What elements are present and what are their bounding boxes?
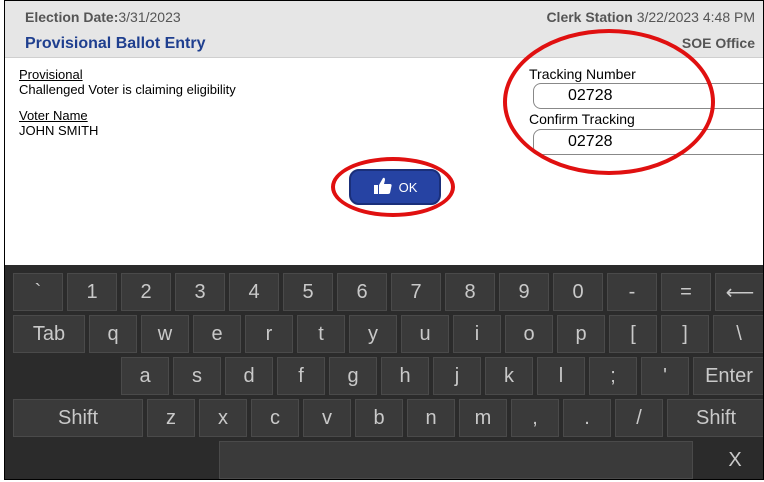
key-h[interactable]: h bbox=[381, 357, 429, 395]
key-equals[interactable]: = bbox=[661, 273, 711, 311]
key-g[interactable]: g bbox=[329, 357, 377, 395]
key-t[interactable]: t bbox=[297, 315, 345, 353]
key-l[interactable]: l bbox=[537, 357, 585, 395]
key-w[interactable]: w bbox=[141, 315, 189, 353]
key-a[interactable]: a bbox=[121, 357, 169, 395]
voter-name: JOHN SMITH bbox=[19, 123, 99, 138]
key-e[interactable]: e bbox=[193, 315, 241, 353]
key-b[interactable]: b bbox=[355, 399, 403, 437]
station-label: Clerk Station bbox=[546, 9, 633, 25]
key-left-bracket[interactable]: [ bbox=[609, 315, 657, 353]
ok-highlight-circle bbox=[331, 157, 455, 217]
provisional-reason: Challenged Voter is claiming eligibility bbox=[19, 82, 236, 97]
key-0[interactable]: 0 bbox=[553, 273, 603, 311]
key-o[interactable]: o bbox=[505, 315, 553, 353]
keyboard-close-button[interactable]: X bbox=[705, 441, 763, 479]
key-5[interactable]: 5 bbox=[283, 273, 333, 311]
key-y[interactable]: y bbox=[349, 315, 397, 353]
key-x[interactable]: x bbox=[199, 399, 247, 437]
tracking-highlight-circle bbox=[503, 29, 715, 175]
key-c[interactable]: c bbox=[251, 399, 299, 437]
key-minus[interactable]: - bbox=[607, 273, 657, 311]
key-quote[interactable]: ' bbox=[641, 357, 689, 395]
key-backspace[interactable]: ⟵ bbox=[715, 273, 763, 311]
key-d[interactable]: d bbox=[225, 357, 273, 395]
key-tab[interactable]: Tab bbox=[13, 315, 85, 353]
key-u[interactable]: u bbox=[401, 315, 449, 353]
page-title: Provisional Ballot Entry bbox=[25, 35, 206, 52]
key-shift-left[interactable]: Shift bbox=[13, 399, 143, 437]
station-datetime: 3/22/2023 4:48 PM bbox=[636, 9, 755, 25]
key-9[interactable]: 9 bbox=[499, 273, 549, 311]
election-date-value: 3/31/2023 bbox=[118, 9, 181, 25]
key-j[interactable]: j bbox=[433, 357, 481, 395]
key-4[interactable]: 4 bbox=[229, 273, 279, 311]
key-m[interactable]: m bbox=[459, 399, 507, 437]
key-s[interactable]: s bbox=[173, 357, 221, 395]
key-1[interactable]: 1 bbox=[67, 273, 117, 311]
key-backslash[interactable]: \ bbox=[713, 315, 763, 353]
key-n[interactable]: n bbox=[407, 399, 455, 437]
on-screen-keyboard: ` 1 2 3 4 5 6 7 8 9 0 - = ⟵ Tab q w e r … bbox=[5, 265, 763, 479]
key-space[interactable] bbox=[219, 441, 693, 479]
office-label: SOE Office bbox=[681, 35, 755, 51]
voter-name-label: Voter Name bbox=[19, 108, 88, 123]
app-window: Election Date:3/31/2023 Provisional Ball… bbox=[4, 0, 764, 480]
key-p[interactable]: p bbox=[557, 315, 605, 353]
key-q[interactable]: q bbox=[89, 315, 137, 353]
key-i[interactable]: i bbox=[453, 315, 501, 353]
key-semicolon[interactable]: ; bbox=[589, 357, 637, 395]
key-right-bracket[interactable]: ] bbox=[661, 315, 709, 353]
key-k[interactable]: k bbox=[485, 357, 533, 395]
key-r[interactable]: r bbox=[245, 315, 293, 353]
key-period[interactable]: . bbox=[563, 399, 611, 437]
key-3[interactable]: 3 bbox=[175, 273, 225, 311]
key-comma[interactable]: , bbox=[511, 399, 559, 437]
key-v[interactable]: v bbox=[303, 399, 351, 437]
election-date: Election Date:3/31/2023 bbox=[25, 9, 181, 25]
station-info: Clerk Station 3/22/2023 4:48 PM bbox=[546, 9, 755, 25]
key-2[interactable]: 2 bbox=[121, 273, 171, 311]
key-enter[interactable]: Enter bbox=[693, 357, 763, 395]
key-shift-right[interactable]: Shift bbox=[667, 399, 763, 437]
election-date-label: Election Date: bbox=[25, 9, 119, 25]
key-f[interactable]: f bbox=[277, 357, 325, 395]
key-slash[interactable]: / bbox=[615, 399, 663, 437]
provisional-label: Provisional bbox=[19, 67, 83, 82]
key-6[interactable]: 6 bbox=[337, 273, 387, 311]
key-8[interactable]: 8 bbox=[445, 273, 495, 311]
key-7[interactable]: 7 bbox=[391, 273, 441, 311]
key-backtick[interactable]: ` bbox=[13, 273, 63, 311]
key-z[interactable]: z bbox=[147, 399, 195, 437]
